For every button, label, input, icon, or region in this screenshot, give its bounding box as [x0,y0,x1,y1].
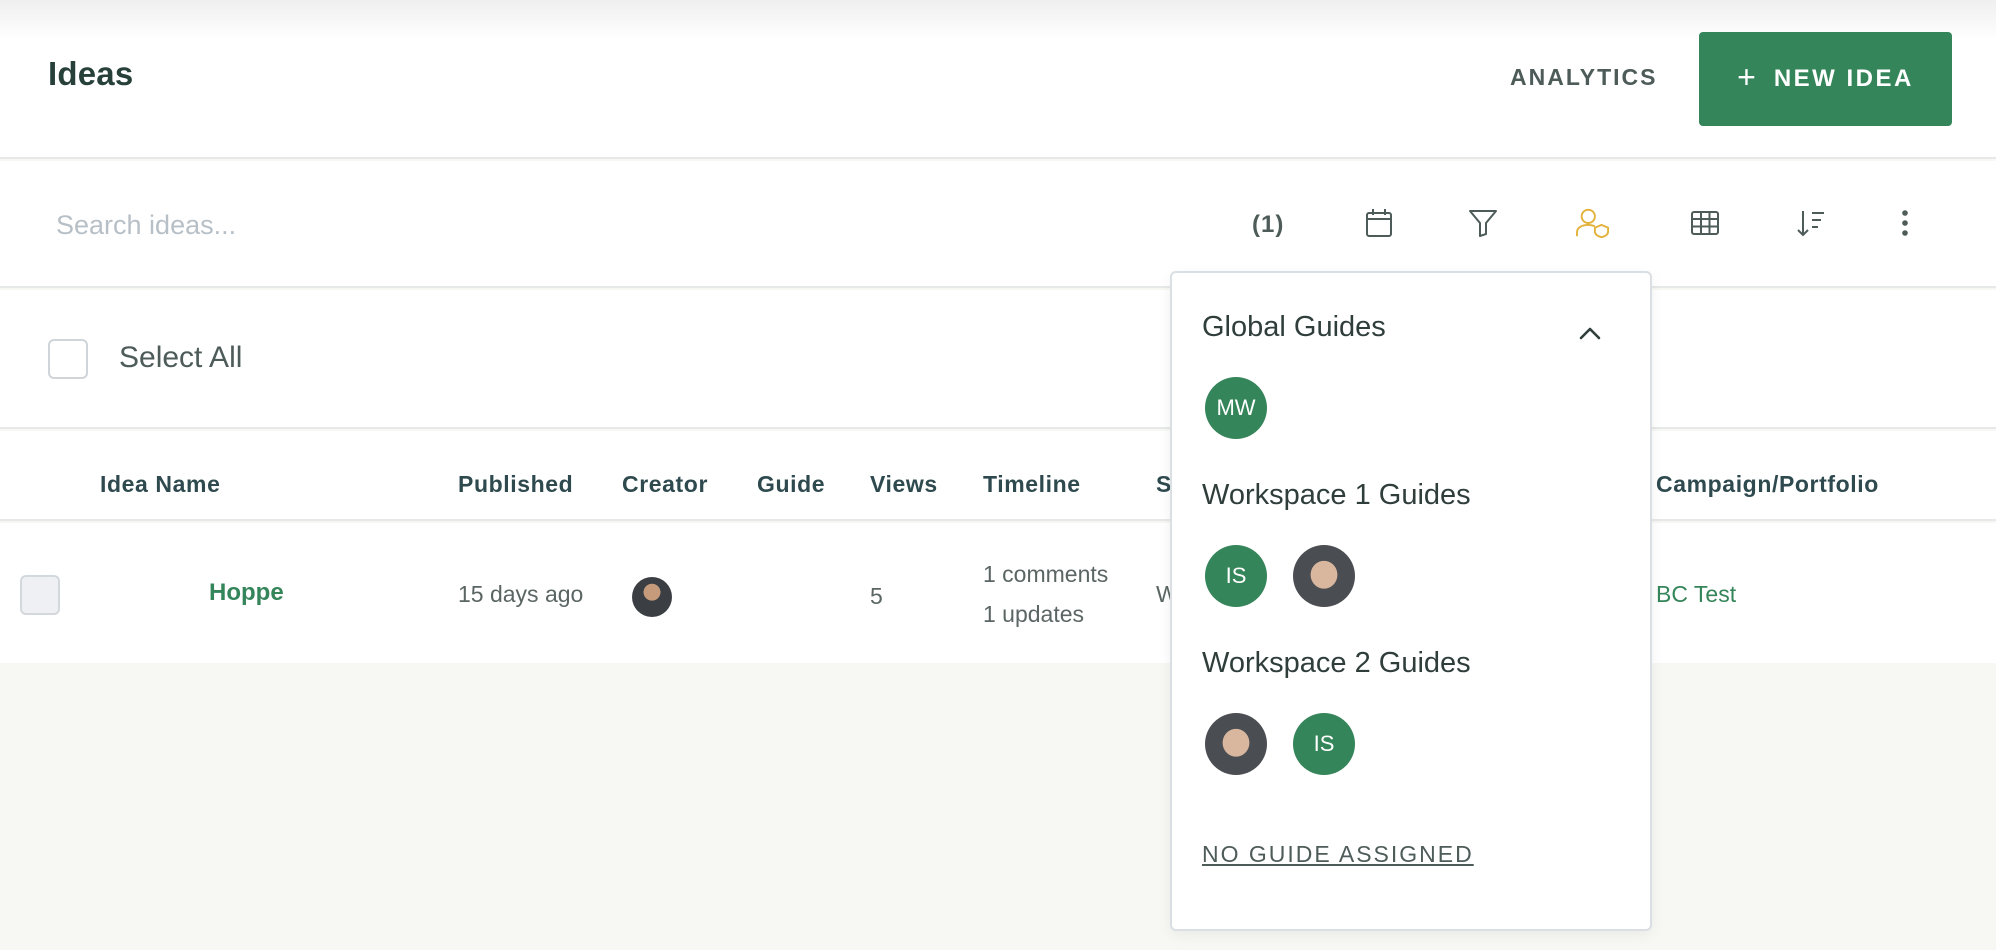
guide-group-title: Workspace 2 Guides [1202,647,1471,679]
column-header-idea-name[interactable]: Idea Name [100,471,220,498]
idea-name-link[interactable]: Hoppe [209,579,283,607]
chevron-up-icon[interactable] [1576,319,1604,347]
table-header: Idea Name Published Creator Guide Views … [0,431,1996,521]
guide-avatar[interactable]: IS [1205,545,1267,607]
filter-icon[interactable] [1466,206,1500,240]
sort-icon[interactable] [1794,206,1828,240]
more-vertical-icon[interactable] [1888,206,1922,240]
row-checkbox[interactable] [20,575,60,615]
published-cell: 15 days ago [458,581,584,607]
no-guide-assigned-link[interactable]: NO GUIDE ASSIGNED [1202,841,1474,868]
plus-icon: + [1737,59,1756,95]
new-idea-label: NEW IDEA [1773,65,1914,92]
guide-user-icon[interactable] [1576,206,1610,240]
toolbar: (1) [0,161,1996,288]
table-row[interactable]: Hoppe 15 days ago 5 1 comments 1 updates… [0,523,1996,663]
guide-group-title: Workspace 1 Guides [1202,479,1471,511]
guide-avatar[interactable]: MW [1205,377,1267,439]
column-header-creator[interactable]: Creator [622,471,708,498]
guide-avatar-photo[interactable] [1205,713,1267,775]
search-input[interactable] [56,199,1156,251]
select-all-row: Select All [0,290,1996,429]
column-header-published[interactable]: Published [458,471,573,498]
column-header-campaign-portfolio[interactable]: Campaign/Portfolio [1656,471,1879,498]
analytics-link[interactable]: ANALYTICS [1510,64,1658,91]
views-cell: 5 [870,583,883,609]
active-filter-count[interactable]: (1) [1252,211,1284,239]
creator-avatar [632,577,672,617]
guide-avatar-photo[interactable] [1293,545,1355,607]
column-header-views[interactable]: Views [870,471,938,498]
calendar-icon[interactable] [1362,206,1396,240]
campaign-link[interactable]: BC Test [1656,581,1736,608]
page-title: Ideas [48,55,134,92]
new-idea-button[interactable]: + NEW IDEA [1699,32,1952,126]
page-header: Ideas ANALYTICS + NEW IDEA [0,0,1996,159]
timeline-updates: 1 updates [983,601,1085,627]
timeline-comments: 1 comments [983,561,1109,587]
select-all-label: Select All [119,341,243,374]
select-all-checkbox[interactable] [48,339,88,379]
column-header-guide[interactable]: Guide [757,471,825,498]
column-header-timeline[interactable]: Timeline [983,471,1081,498]
guide-dropdown: Global Guides MW Workspace 1 Guides IS W… [1170,271,1652,931]
table-icon[interactable] [1688,206,1722,240]
guide-group-title: Global Guides [1202,311,1386,343]
guide-avatar[interactable]: IS [1293,713,1355,775]
